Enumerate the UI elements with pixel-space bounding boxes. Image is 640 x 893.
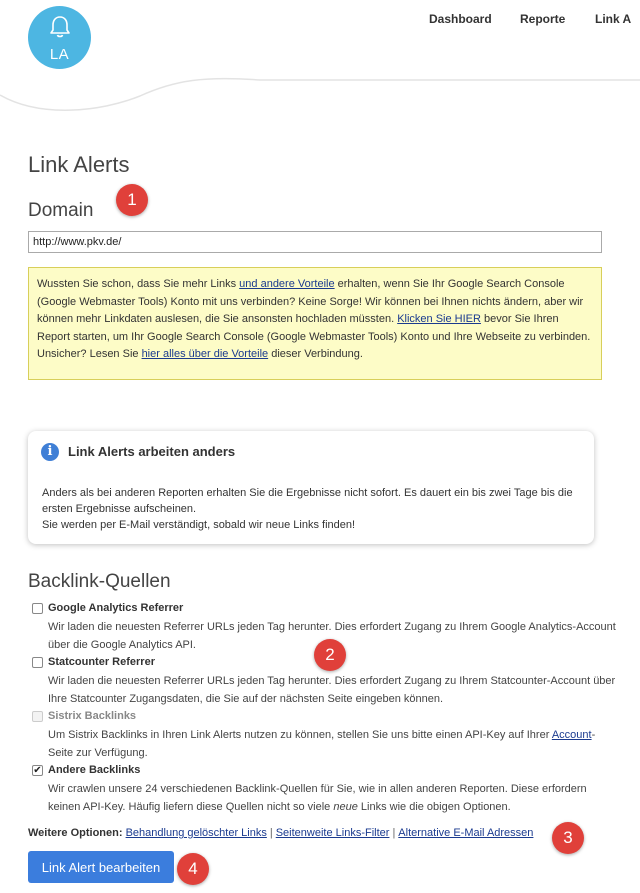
account-link[interactable]: Account <box>552 729 592 741</box>
info-text: Anders als bei anderen Reporten erhalten… <box>42 485 582 533</box>
info-icon: i <box>41 443 59 461</box>
info-box: i Link Alerts arbeiten anders Anders als… <box>28 431 594 544</box>
sistrix-checkbox <box>32 711 43 722</box>
sitewide-links-filter-link[interactable]: Seitenweite Links-Filter <box>276 827 390 839</box>
page-title: Link Alerts <box>28 152 130 177</box>
source-description: Wir crawlen unsere 24 verschiedenen Back… <box>48 780 618 816</box>
separator: | <box>392 827 396 839</box>
marker-4: 4 <box>177 853 209 885</box>
hint-box: Wussten Sie schon, dass Sie mehr Links u… <box>28 267 602 380</box>
separator: | <box>269 827 273 839</box>
desc-part: Um Sistrix Backlinks in Ihren Link Alert… <box>48 729 552 741</box>
deleted-links-handling-link[interactable]: Behandlung gelöschter Links <box>126 827 267 839</box>
other-backlinks-checkbox[interactable]: ✔ <box>32 765 43 776</box>
hint-link-advantages[interactable]: und andere Vorteile <box>239 278 334 290</box>
hint-link-click-here[interactable]: Klicken Sie HIER <box>397 313 481 325</box>
hint-link-read-more[interactable]: hier alles über die Vorteile <box>142 348 269 360</box>
marker-1: 1 <box>116 184 148 216</box>
sources-heading: Backlink-Quellen <box>28 571 171 592</box>
desc-part: Links wie die obigen Optionen. <box>357 801 511 813</box>
hint-text-4: dieser Verbindung. <box>268 348 363 361</box>
nav-reporte[interactable]: Reporte <box>520 12 565 26</box>
domain-input[interactable] <box>28 231 602 253</box>
google-analytics-checkbox[interactable] <box>32 603 43 614</box>
marker-2: 2 <box>314 639 346 671</box>
statcounter-checkbox[interactable] <box>32 657 43 668</box>
source-title: Sistrix Backlinks <box>48 710 137 722</box>
source-title: Google Analytics Referrer <box>48 602 184 614</box>
nav-link-alerts[interactable]: Link A <box>595 12 631 26</box>
desc-emphasis: neue <box>333 801 358 813</box>
info-line-2: Sie werden per E-Mail verständigt, sobal… <box>42 519 356 531</box>
nav-dashboard[interactable]: Dashboard <box>429 12 492 26</box>
source-description: Wir laden die neuesten Referrer URLs jed… <box>48 675 616 705</box>
logo-text: LA <box>49 46 70 63</box>
submit-button[interactable]: Link Alert bearbeiten <box>28 851 174 883</box>
alternative-email-link[interactable]: Alternative E-Mail Adressen <box>398 827 533 839</box>
source-title: Statcounter Referrer <box>48 656 155 668</box>
source-description: Um Sistrix Backlinks in Ihren Link Alert… <box>48 726 618 762</box>
info-title: Link Alerts arbeiten anders <box>68 444 236 459</box>
bell-icon <box>50 16 70 38</box>
marker-3: 3 <box>552 822 584 854</box>
info-line-1: Anders als bei anderen Reporten erhalten… <box>42 487 573 515</box>
source-title: Andere Backlinks <box>48 764 141 776</box>
more-options-label: Weitere Optionen: <box>28 827 123 839</box>
domain-heading: Domain <box>28 200 94 221</box>
hint-text-1: Wussten Sie schon, dass Sie mehr Links <box>37 278 240 290</box>
more-options: Weitere Optionen: Behandlung gelöschter … <box>28 827 533 839</box>
logo[interactable]: LA <box>28 6 91 69</box>
